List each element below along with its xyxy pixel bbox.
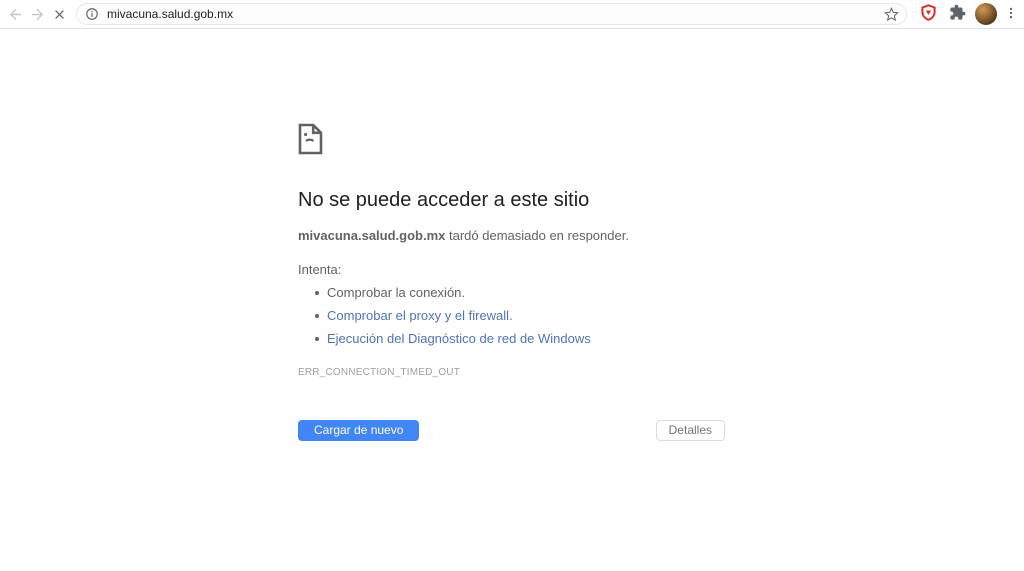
address-bar[interactable]: mivacuna.salud.gob.mx	[76, 3, 907, 25]
back-button[interactable]	[4, 2, 26, 26]
error-code: ERR_CONNECTION_TIMED_OUT	[298, 366, 461, 378]
suggestions-label: Intenta:	[298, 261, 342, 277]
browser-menu-button[interactable]	[1004, 2, 1018, 26]
forward-button[interactable]	[26, 2, 48, 26]
suggestion-check-connection: Comprobar la conexión.	[315, 284, 725, 302]
puzzle-piece-icon	[949, 4, 966, 24]
extensions-button[interactable]	[946, 2, 968, 26]
adblock-shield-button[interactable]	[917, 2, 939, 26]
url-text: mivacuna.salud.gob.mx	[107, 7, 234, 21]
suggestion-network-diagnostics-link[interactable]: Ejecución del Diagnóstico de red de Wind…	[315, 330, 725, 348]
suggestions-list: Comprobar la conexión. Comprobar el prox…	[298, 284, 725, 348]
stop-button[interactable]	[48, 2, 70, 26]
sad-file-icon	[298, 123, 725, 155]
details-button[interactable]: Detalles	[655, 419, 725, 441]
error-title: No se puede acceder a este sitio	[298, 189, 590, 211]
arrow-left-icon	[7, 6, 24, 23]
browser-toolbar: mivacuna.salud.gob.mx	[0, 0, 1024, 29]
toolbar-extensions-area	[917, 2, 1018, 26]
arrow-right-icon	[29, 6, 46, 23]
bookmark-star-icon[interactable]	[884, 6, 899, 22]
error-subtitle-text: tardó demasiado en responder.	[445, 228, 629, 243]
kebab-menu-icon	[1004, 5, 1018, 24]
browser-window: mivacuna.salud.gob.mx No se puede accede…	[0, 0, 1024, 571]
failed-domain: mivacuna.salud.gob.mx	[298, 228, 446, 243]
close-x-icon	[52, 7, 67, 22]
site-info-icon[interactable]	[85, 7, 99, 21]
error-actions: Cargar de nuevo Detalles	[298, 419, 725, 441]
reload-button[interactable]: Cargar de nuevo	[298, 419, 420, 441]
error-subtitle: mivacuna.salud.gob.mx tardó demasiado en…	[298, 227, 725, 245]
suggestion-check-proxy-link[interactable]: Comprobar el proxy y el firewall.	[315, 307, 725, 325]
red-shield-icon	[919, 3, 938, 25]
profile-avatar[interactable]	[975, 3, 997, 25]
error-page: No se puede acceder a este sitio mivacun…	[298, 123, 725, 441]
